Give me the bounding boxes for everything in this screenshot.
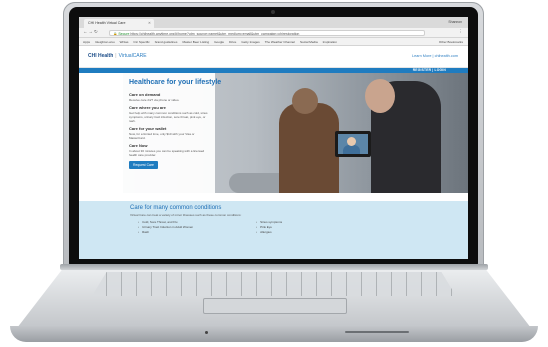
list-item: Sinus symptoms xyxy=(256,220,282,224)
section-heading: Care on demand xyxy=(129,92,161,97)
conditions-section: Care for many common conditions Virtual … xyxy=(79,201,468,259)
url-text: https://chihealth.anytime.org/#/home?utm… xyxy=(130,31,300,36)
logo-brand: CHI Health xyxy=(88,53,114,59)
section-body: Get help with many common conditions suc… xyxy=(129,111,208,123)
photo-shape xyxy=(365,79,395,113)
laptop-hinge xyxy=(60,264,488,270)
site-header: CHI Health | VirtualCARE Learn More | chih… xyxy=(79,46,468,68)
tab-bar: CHI Health Virtual Care ✕ Shannon xyxy=(79,17,468,28)
section-body: Receive care 24/7 via phone or video. xyxy=(129,98,180,102)
hero-margin xyxy=(79,73,123,193)
header-links: Learn More | chihealth.com xyxy=(412,54,458,58)
bookmark-item[interactable]: Getty Images xyxy=(241,40,259,44)
close-tab-icon[interactable]: ✕ xyxy=(148,19,151,28)
photo-shape xyxy=(292,88,318,114)
bookmark-item[interactable]: brand guidelines xyxy=(155,40,178,44)
list-item: Allergies xyxy=(256,230,282,234)
register-link[interactable]: REGISTER xyxy=(413,68,431,72)
other-bookmarks[interactable]: Other Bookmarks xyxy=(439,40,468,44)
nav-icons: ←→↻ xyxy=(83,29,99,35)
photo-shape xyxy=(347,137,356,146)
list-item: Pink Eye xyxy=(256,225,282,229)
bookmark-item[interactable]: The Weather Channel xyxy=(265,40,295,44)
url-input[interactable]: 🔒 Secure https://chihealth.anytime.org/#… xyxy=(109,29,425,36)
hero-title: Healthcare for your lifestyle xyxy=(129,79,222,86)
bookmark-item[interactable]: Google xyxy=(214,40,224,44)
menu-icon[interactable]: ⋮ xyxy=(459,29,464,35)
secure-label: Secure xyxy=(118,31,130,36)
laptop-lid: CHI Health Virtual Care ✕ Shannon ←→↻ 🔒 … xyxy=(63,2,484,270)
screen-bezel: CHI Health Virtual Care ✕ Shannon ←→↻ 🔒 … xyxy=(69,7,478,265)
logo-divider: | xyxy=(115,53,117,59)
browser-tab[interactable]: CHI Health Virtual Care ✕ xyxy=(84,19,154,28)
bookmark-item[interactable]: Gleighton.wsu xyxy=(95,40,115,44)
bookmark-item[interactable]: CIc Specific xyxy=(133,40,149,44)
bookmark-item[interactable]: Inspiration xyxy=(323,40,337,44)
section-heading: Care for your wallet xyxy=(129,126,167,131)
list-item: Urinary Tract Infection in Adult Women xyxy=(138,225,232,229)
conditions-list: Cold, Sore Throat, and Flu Urinary Tract… xyxy=(130,220,468,234)
conditions-title: Care for many common conditions xyxy=(130,205,222,211)
tab-title: CHI Health Virtual Care xyxy=(88,21,126,25)
keyboard xyxy=(92,272,456,296)
address-bar: ←→↻ 🔒 Secure https://chihealth.anytime.o… xyxy=(79,28,468,38)
conditions-column: Sinus symptoms Pink Eye Allergies xyxy=(256,220,282,234)
disc-slot xyxy=(345,331,409,333)
conditions-column: Cold, Sore Throat, and Flu Urinary Tract… xyxy=(138,220,232,234)
list-item: Cold, Sore Throat, and Flu xyxy=(138,220,232,224)
hero-section: Healthcare for your lifestyle Care on de… xyxy=(79,73,468,193)
logo-product: VirtualCARE xyxy=(118,53,147,59)
section-body: In about 30 minutes you can be speaking … xyxy=(129,149,205,157)
photo-shape xyxy=(343,145,360,154)
window-user[interactable]: Shannon xyxy=(448,20,462,24)
learn-more-link[interactable]: Learn More xyxy=(412,54,431,58)
site-logo[interactable]: CHI Health | VirtualCARE xyxy=(88,53,147,59)
lock-icon: 🔒 xyxy=(113,31,118,36)
section-heading: Care where you are xyxy=(129,105,166,110)
photo-shape xyxy=(279,103,339,193)
section-body: Now, for a limited time, only $10 with y… xyxy=(129,132,195,140)
browser-window: CHI Health Virtual Care ✕ Shannon ←→↻ 🔒 … xyxy=(79,17,468,259)
webcam xyxy=(271,10,275,14)
bookmark-item[interactable]: Master Beer Listing xyxy=(182,40,209,44)
sleep-indicator-light xyxy=(205,331,208,334)
conditions-intro: Virtual Care can treat a variety of mino… xyxy=(130,213,242,217)
section-heading: Care Now xyxy=(129,143,148,148)
bookmark-item[interactable]: Apps xyxy=(83,40,90,44)
domain-link[interactable]: chihealth.com xyxy=(435,54,458,58)
hero-panel: Healthcare for your lifestyle Care on de… xyxy=(123,73,222,193)
trackpad xyxy=(203,298,347,314)
bookmark-item[interactable]: Writas xyxy=(120,40,129,44)
bookmarks-bar: Apps Gleighton.wsu Writas CIc Specific b… xyxy=(79,38,468,46)
reload-icon[interactable]: ↻ xyxy=(94,29,99,34)
request-care-button[interactable]: Request Care xyxy=(129,161,158,169)
list-item: Rash xyxy=(138,230,232,234)
login-link[interactable]: LOGIN xyxy=(435,68,446,72)
laptop-base-front xyxy=(10,326,538,342)
bookmark-item[interactable]: Drive xyxy=(229,40,236,44)
bookmark-item[interactable]: Social Media xyxy=(300,40,318,44)
